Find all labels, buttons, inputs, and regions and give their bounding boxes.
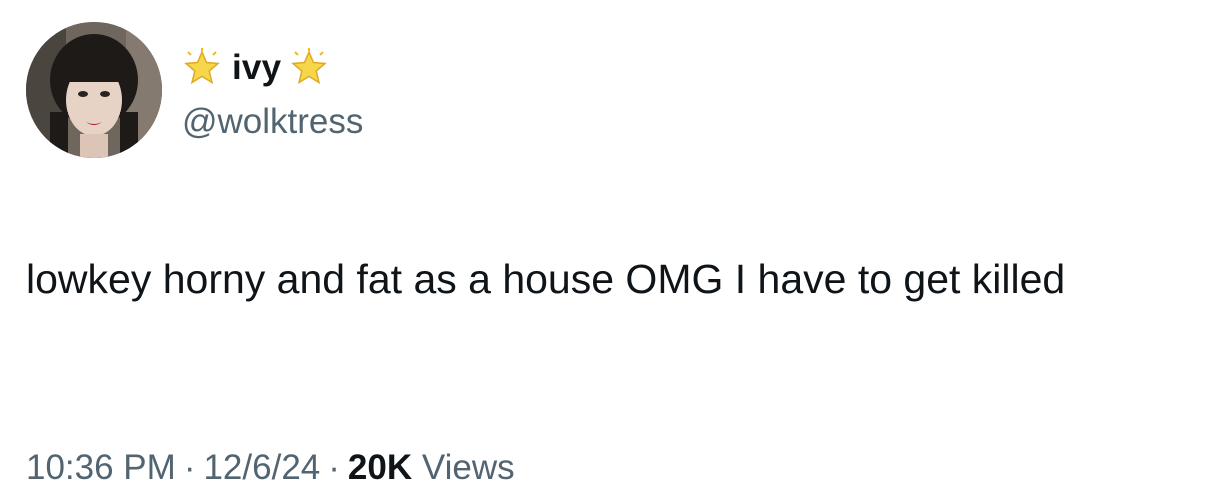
avatar-image	[26, 22, 162, 158]
tweet-header: ivy @wolktress	[26, 22, 363, 158]
star-emoji-icon	[289, 47, 329, 88]
views-count[interactable]: 20K	[348, 448, 412, 487]
display-name-row[interactable]: ivy	[182, 42, 363, 94]
star-emoji-icon	[182, 47, 222, 88]
tweet-date[interactable]: 12/6/24	[203, 448, 320, 487]
display-name[interactable]: ivy	[232, 50, 281, 85]
meta-separator: ·	[328, 448, 340, 487]
tweet-text: lowkey horny and fat as a house OMG I ha…	[26, 256, 1066, 302]
tweet-card: ivy @wolktress lowkey horny and fat as a…	[0, 0, 1206, 492]
views-label: Views	[421, 448, 515, 487]
meta-separator: ·	[183, 448, 196, 487]
tweet-time[interactable]: 10:36 PM	[26, 448, 176, 487]
user-handle[interactable]: @wolktress	[182, 104, 363, 139]
author-names: ivy @wolktress	[182, 42, 363, 139]
tweet-meta: 10:36 PM · 12/6/24 · 20K Views	[26, 450, 515, 485]
avatar[interactable]	[26, 22, 162, 158]
